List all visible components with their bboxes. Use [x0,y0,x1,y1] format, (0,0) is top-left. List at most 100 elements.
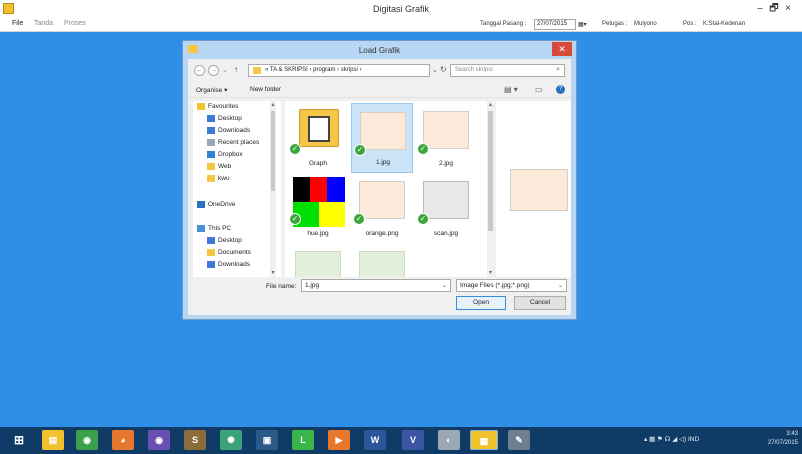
file-item[interactable] [351,243,413,277]
scroll-up-icon[interactable]: ▴ [487,101,494,108]
pos-value: K.Stal-Kedenan [703,21,746,27]
recent-dropdown-icon[interactable]: ⌄ [222,66,228,74]
navigation-row: ← → ⌄ ↑ « TA & SKRIPSI › program › skrip… [188,63,571,78]
line-icon[interactable]: L [292,430,314,450]
address-path: « TA & SKRIPSI › program › skripsi › [265,67,362,73]
clock[interactable]: 3:43 27/07/2015 [752,430,798,448]
file-list: ✓ Graph ✓ 1.jpg ✓ 2.jpg ✓ hue.jpg ✓ oran… [285,101,487,277]
refresh-icon[interactable]: ↻ [440,65,447,74]
downloads-icon [207,261,215,268]
folder-icon [207,175,215,182]
desktop-icon [207,115,215,122]
firefox-icon[interactable]: ◕ [112,430,134,450]
image-thumbnail [359,251,405,277]
digitasi-icon[interactable]: ▦ [470,430,498,450]
date-field[interactable]: 27/07/2015 [534,19,576,30]
nav-web[interactable]: Web [207,163,231,174]
app-s-icon[interactable]: S [184,430,206,450]
new-folder-button[interactable]: New folder [250,86,281,93]
file-list-scrollbar[interactable]: ▴ ▾ [487,101,494,277]
scroll-up-icon[interactable]: ▴ [270,101,276,108]
atom-icon[interactable]: ✺ [220,430,242,450]
scroll-down-icon[interactable]: ▾ [270,269,276,276]
nav-this-pc[interactable]: This PC [197,225,231,236]
file-name: 1.jpg [375,159,391,166]
nav-kwu[interactable]: kwu [207,175,230,186]
nav-desktop[interactable]: Desktop [207,115,242,126]
forward-icon[interactable]: → [208,65,219,76]
preview-pane-icon[interactable]: ▭ [535,85,543,94]
file-item[interactable]: ✓ hue.jpg [287,173,349,243]
scroll-thumb[interactable] [271,111,275,191]
file-item[interactable] [287,243,349,277]
nav-favourites[interactable]: Favourites [197,103,238,114]
star-icon [197,103,205,110]
help-icon[interactable]: ? [556,85,565,94]
nav-onedrive[interactable]: OneDrive [197,201,235,212]
back-icon[interactable]: ← [194,65,205,76]
nav-pc-desktop[interactable]: Desktop [207,237,242,248]
media-player-icon[interactable]: ▶ [328,430,350,450]
nav-dropbox[interactable]: Dropbox [207,151,243,162]
paint-icon[interactable]: ◐ [438,430,460,450]
start-button[interactable]: ⊞ [8,430,30,450]
file-item[interactable]: ✓ 1.jpg [351,103,413,173]
explorer-icon[interactable]: ▤ [42,430,64,450]
sync-check-icon: ✓ [417,213,429,225]
file-name-input[interactable]: 1.jpg ⌄ [301,279,451,292]
nav-documents[interactable]: Documents [207,249,251,260]
address-bar[interactable]: « TA & SKRIPSI › program › skripsi › [248,64,430,77]
app-title: Digitasi Grafik [372,4,429,14]
cancel-button[interactable]: Cancel [514,296,566,310]
search-placeholder: Search skripsi [455,67,493,73]
chevron-down-icon[interactable]: ⌄ [558,282,563,289]
file-name-value: 1.jpg [305,282,320,289]
nav-downloads[interactable]: Downloads [207,127,250,138]
sync-check-icon: ✓ [289,143,301,155]
sync-check-icon: ✓ [353,213,365,225]
file-item[interactable]: ✓ orange.png [351,173,413,243]
search-input[interactable]: Search skripsi ⌕ [450,64,565,77]
chevron-down-icon[interactable]: ⌄ [442,282,447,289]
menu-bar: File Tanda Proses Tanggal Pasang : 27/07… [0,18,802,32]
date-label: Tanggal Pasang : [480,21,527,27]
file-item[interactable]: ✓ Graph [287,103,349,173]
tools-icon[interactable]: ✎ [508,430,530,450]
taskbar: ⊞ ▤ ◉ ◕ ◉ S ✺ ▣ L ▶ W V ◐ ▦ ✎ ▴ ▦ ⚑ ☊ ◢ … [0,427,802,454]
scroll-thumb[interactable] [488,111,493,231]
image-thumbnail [423,181,469,219]
open-button[interactable]: Open [456,296,506,310]
menu-proses[interactable]: Proses [64,20,86,27]
file-name: orange.png [365,230,399,237]
app-box-icon[interactable]: ▣ [256,430,278,450]
address-dropdown-icon[interactable]: ⌄ [432,66,438,74]
dialog-body: ← → ⌄ ↑ « TA & SKRIPSI › program › skrip… [188,59,571,315]
organise-button[interactable]: Organise ▾ [196,86,227,94]
date-picker-icon[interactable]: ▦▾ [578,21,587,28]
dialog-title: Load Grafik [358,46,401,55]
nav-pc-downloads[interactable]: Downloads [207,261,250,272]
file-name: 2.jpg [438,160,454,167]
visio-icon[interactable]: V [402,430,424,450]
up-icon[interactable]: ↑ [234,65,238,74]
navigation-scrollbar[interactable]: ▴ ▾ [270,101,276,277]
file-item[interactable]: ✓ scan.jpg [415,173,477,243]
restore-button[interactable]: 🗗 [767,2,781,15]
menu-tanda[interactable]: Tanda [34,20,53,27]
sync-check-icon: ✓ [289,213,301,225]
nav-recent-places[interactable]: Recent places [207,139,259,150]
chrome-icon[interactable]: ◉ [76,430,98,450]
system-tray[interactable]: ▴ ▦ ⚑ ☊ ◢ ◁) IND [644,435,699,443]
scroll-down-icon[interactable]: ▾ [487,269,494,276]
file-item[interactable]: ✓ 2.jpg [415,103,477,173]
close-button[interactable]: × [781,2,795,15]
minimize-button[interactable]: – [753,2,767,15]
menu-file[interactable]: File [12,20,23,27]
view-options-icon[interactable]: ▤ ▾ [504,85,518,94]
file-type-select[interactable]: Image Files (*.jpg;*.png) ⌄ [456,279,567,292]
app-purple-icon[interactable]: ◉ [148,430,170,450]
app-titlebar: Digitasi Grafik – 🗗 × [0,0,802,18]
word-icon[interactable]: W [364,430,386,450]
dialog-close-button[interactable]: ✕ [552,42,572,56]
preview-pane [496,101,571,277]
